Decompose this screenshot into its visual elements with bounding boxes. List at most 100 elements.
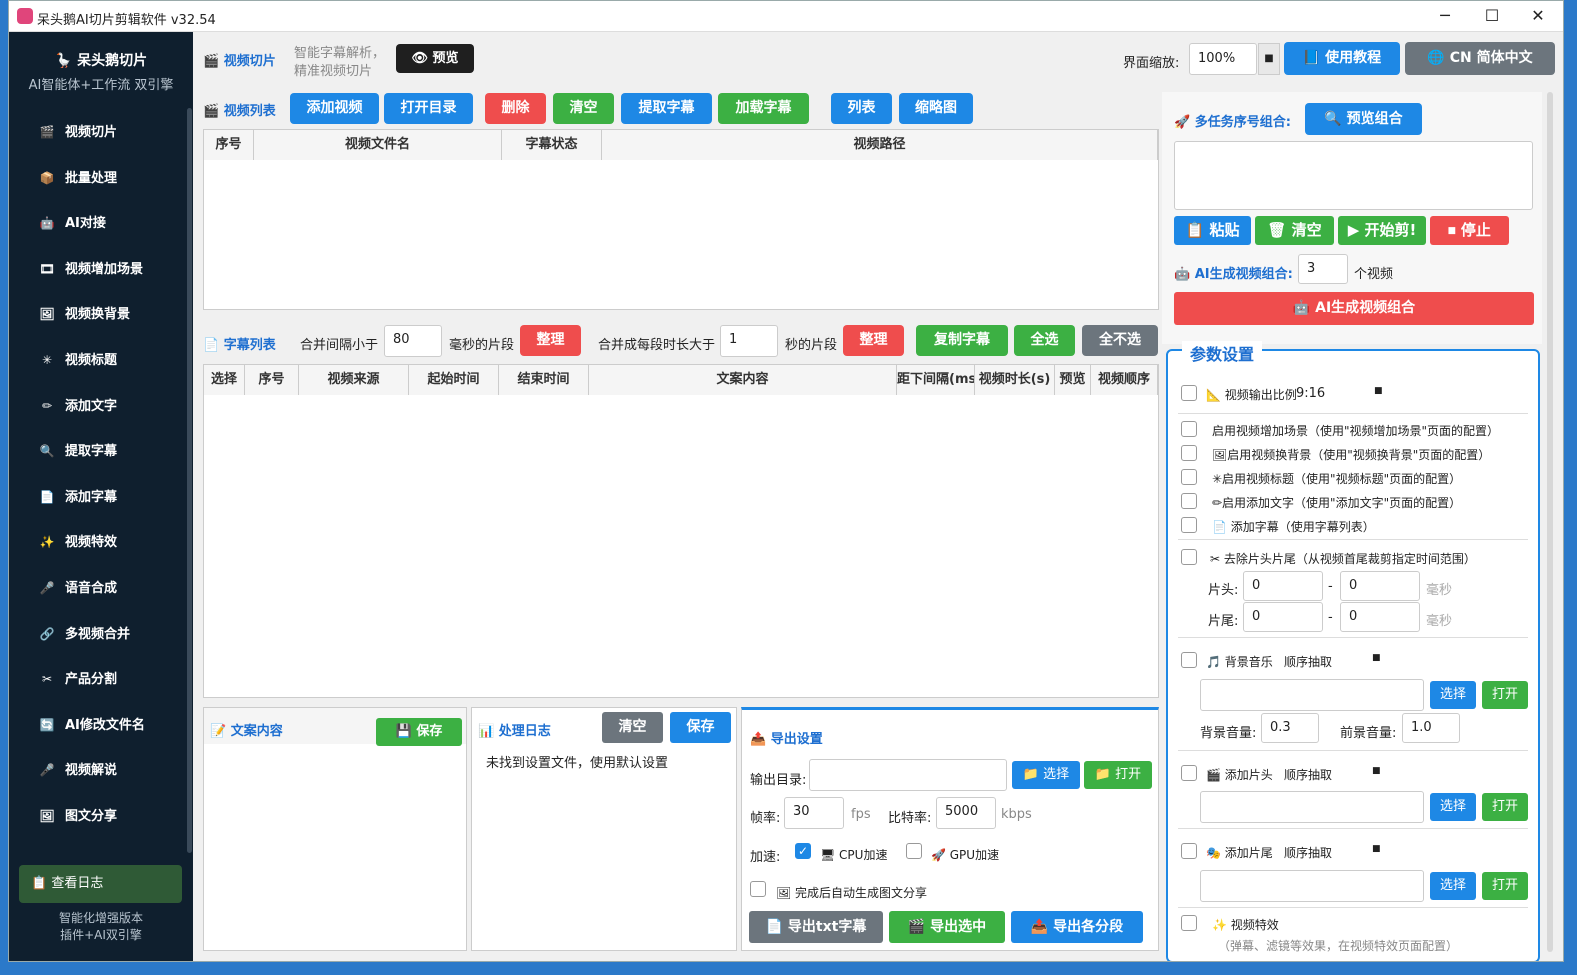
subtitle-table[interactable]: 选择 序号 视频来源 起始时间 结束时间 文案内容 距下间隔(ms) 视频时长(s) 预览 视频顺… bbox=[203, 364, 1159, 698]
intro-choose-button[interactable]: 选择 bbox=[1430, 793, 1476, 821]
video-table-header[interactable]: 视频路径 bbox=[602, 130, 1158, 160]
main-scrollbar[interactable] bbox=[1545, 92, 1555, 954]
bgm-checkbox[interactable] bbox=[1181, 652, 1197, 668]
bitrate-input[interactable]: 5000 bbox=[936, 797, 996, 829]
main-scrollbar-thumb[interactable] bbox=[1547, 92, 1553, 952]
choose-dir-button[interactable]: 📁 选择 bbox=[1012, 761, 1080, 789]
maximize-button[interactable]: ☐ bbox=[1472, 5, 1512, 29]
video-table[interactable]: 序号 视频文件名 字幕状态 视频路径 bbox=[203, 129, 1159, 310]
export-txt-button[interactable]: 📄 导出txt字幕 bbox=[749, 911, 883, 943]
sidebar-item[interactable]: 🎤 语音合成 bbox=[37, 574, 187, 602]
bgm-dropdown-icon[interactable]: ■ bbox=[1372, 653, 1381, 663]
tail-end-input[interactable]: 0 bbox=[1340, 602, 1420, 632]
subtitle-table-header[interactable]: 起始时间 bbox=[409, 365, 499, 395]
intro-checkbox[interactable] bbox=[1181, 765, 1197, 781]
subtitle-table-header[interactable]: 结束时间 bbox=[499, 365, 589, 395]
subtitle-table-header[interactable]: 预览 bbox=[1055, 365, 1091, 395]
auto-share-checkbox[interactable] bbox=[750, 881, 766, 897]
head-end-input[interactable]: 0 bbox=[1340, 571, 1420, 601]
video-table-header[interactable]: 字幕状态 bbox=[502, 130, 602, 160]
outro-dropdown-icon[interactable]: ■ bbox=[1372, 844, 1381, 854]
sidebar-item[interactable]: ✳ 视频标题 bbox=[37, 346, 187, 374]
merge-gap-input[interactable]: 80 bbox=[384, 325, 442, 357]
ai-generate-button[interactable]: 🤖 AI生成视频组合 bbox=[1174, 292, 1534, 325]
option-checkbox[interactable] bbox=[1181, 421, 1197, 437]
option-checkbox[interactable] bbox=[1181, 517, 1197, 533]
select-all-button[interactable]: 全选 bbox=[1014, 325, 1075, 356]
sidebar-item[interactable]: 🔍 提取字幕 bbox=[37, 437, 187, 465]
sidebar-item[interactable]: 🖼 视频换背景 bbox=[37, 300, 187, 328]
load-subtitles-button[interactable]: 加载字幕 bbox=[718, 93, 809, 124]
sidebar-item[interactable]: ✨ 视频特效 bbox=[37, 528, 187, 556]
subtitle-table-header[interactable]: 视频时长(s) bbox=[975, 365, 1055, 395]
list-view-button[interactable]: 列表 bbox=[831, 93, 892, 124]
minimize-button[interactable]: ─ bbox=[1425, 5, 1465, 29]
export-selected-button[interactable]: 🎬 导出选中 bbox=[889, 911, 1005, 943]
video-table-header[interactable]: 视频文件名 bbox=[254, 130, 502, 160]
output-dir-input[interactable] bbox=[809, 759, 1007, 791]
sidebar-item[interactable]: 🎬 视频切片 bbox=[37, 118, 187, 146]
cpu-accel-checkbox[interactable]: ✓ bbox=[795, 843, 811, 859]
zoom-dropdown-icon[interactable]: ■ bbox=[1258, 43, 1280, 75]
outro-path-input[interactable] bbox=[1200, 870, 1424, 902]
subtitle-table-header[interactable]: 文案内容 bbox=[589, 365, 897, 395]
copy-save-button[interactable]: 💾 保存 bbox=[376, 718, 462, 746]
bgm-open-button[interactable]: 打开 bbox=[1482, 681, 1528, 709]
tutorial-button[interactable]: 📘 使用教程 bbox=[1284, 42, 1400, 75]
log-clear-button[interactable]: 清空 bbox=[602, 712, 663, 743]
option-checkbox[interactable] bbox=[1181, 469, 1197, 485]
export-segments-button[interactable]: 📤 导出各分段 bbox=[1011, 911, 1143, 943]
ratio-dropdown-icon[interactable]: ■ bbox=[1374, 386, 1383, 396]
open-folder-button[interactable]: 打开目录 bbox=[384, 93, 473, 124]
close-button[interactable]: ✕ bbox=[1518, 5, 1558, 29]
sidebar-item[interactable]: 🤖 AI对接 bbox=[37, 209, 187, 237]
paste-button[interactable]: 📋 粘贴 bbox=[1174, 216, 1251, 245]
clear-tasks-button[interactable]: 🗑 清空 bbox=[1255, 216, 1334, 245]
sidebar-item[interactable]: 📦 批量处理 bbox=[37, 164, 187, 192]
log-save-button[interactable]: 保存 bbox=[670, 712, 731, 743]
subtitle-table-header[interactable]: 序号 bbox=[245, 365, 299, 395]
bg-volume-input[interactable]: 0.3 bbox=[1261, 713, 1319, 743]
intro-open-button[interactable]: 打开 bbox=[1482, 793, 1528, 821]
thumbnail-view-button[interactable]: 缩略图 bbox=[899, 93, 973, 124]
start-cut-button[interactable]: ▶ 开始剪! bbox=[1338, 216, 1426, 245]
ratio-checkbox[interactable] bbox=[1181, 385, 1197, 401]
select-none-button[interactable]: 全不选 bbox=[1082, 325, 1158, 356]
head-start-input[interactable]: 0 bbox=[1243, 571, 1323, 601]
intro-path-input[interactable] bbox=[1200, 791, 1424, 823]
zoom-input[interactable]: 100% bbox=[1189, 43, 1257, 75]
gpu-accel-checkbox[interactable] bbox=[906, 843, 922, 859]
view-log-button[interactable]: 📋 查看日志 bbox=[19, 865, 182, 903]
tidy-duration-button[interactable]: 整理 bbox=[843, 325, 904, 356]
outro-checkbox[interactable] bbox=[1181, 843, 1197, 859]
subtitle-table-header[interactable]: 距下间隔(ms) bbox=[897, 365, 975, 395]
sidebar-item[interactable]: 🔗 多视频合并 bbox=[37, 620, 187, 648]
bgm-path-input[interactable] bbox=[1200, 679, 1424, 711]
sidebar-item[interactable]: 🖼 图文分享 bbox=[37, 802, 187, 830]
option-checkbox[interactable] bbox=[1181, 493, 1197, 509]
sidebar-scrollbar[interactable] bbox=[187, 108, 192, 853]
tidy-gap-button[interactable]: 整理 bbox=[520, 325, 581, 356]
outro-open-button[interactable]: 打开 bbox=[1482, 872, 1528, 900]
clear-list-button[interactable]: 清空 bbox=[553, 93, 614, 124]
subtitle-table-header[interactable]: 视频顺序 bbox=[1091, 365, 1158, 395]
delete-button[interactable]: 删除 bbox=[485, 93, 546, 124]
preview-combo-button[interactable]: 🔍 预览组合 bbox=[1305, 103, 1422, 135]
sidebar-item[interactable]: 🎞 视频增加场景 bbox=[37, 255, 187, 283]
trim-checkbox[interactable] bbox=[1181, 549, 1197, 565]
sidebar-item[interactable]: 🔄 AI修改文件名 bbox=[37, 711, 187, 739]
outro-order-label[interactable]: 顺序抽取 bbox=[1284, 844, 1332, 861]
subtitle-table-header[interactable]: 选择 bbox=[204, 365, 245, 395]
task-combo-input[interactable] bbox=[1174, 141, 1533, 210]
sidebar-item[interactable]: 🎤 视频解说 bbox=[37, 756, 187, 784]
subtitle-table-header[interactable]: 视频来源 bbox=[299, 365, 409, 395]
ratio-value[interactable]: 9:16 bbox=[1296, 386, 1325, 401]
copy-subtitles-button[interactable]: 复制字幕 bbox=[916, 325, 1008, 356]
bgm-choose-button[interactable]: 选择 bbox=[1430, 681, 1476, 709]
fg-volume-input[interactable]: 1.0 bbox=[1402, 713, 1460, 743]
merge-duration-input[interactable]: 1 bbox=[720, 325, 778, 357]
tail-start-input[interactable]: 0 bbox=[1243, 602, 1323, 632]
ai-count-input[interactable]: 3 bbox=[1298, 254, 1348, 284]
intro-dropdown-icon[interactable]: ■ bbox=[1372, 766, 1381, 776]
preview-button[interactable]: 👁 预览 bbox=[396, 44, 474, 73]
